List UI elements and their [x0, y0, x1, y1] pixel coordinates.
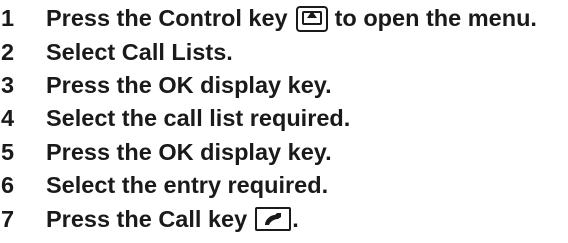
control-key-icon — [295, 5, 328, 32]
up-triangle-icon — [306, 10, 317, 18]
step-number: 2 — [1, 38, 15, 65]
procedure-steps-list: 1 Press the Control key to open the menu… — [0, 2, 568, 236]
step-text-after: to open the menu. — [334, 5, 537, 32]
step-5: 5 Press the OK display key. — [0, 136, 568, 169]
step-3: 3 Press the OK display key. — [0, 69, 568, 102]
step-text: Select the call list required. — [46, 105, 350, 132]
step-4: 4 Select the call list required. — [0, 102, 568, 135]
step-text-bold: Call Lists — [121, 38, 227, 65]
step-text: Press the Call key . — [46, 206, 299, 233]
step-text-prefix: Select the call list required. — [46, 105, 351, 132]
step-text-prefix: Select — [46, 38, 122, 65]
step-text-before: Press the Control key — [46, 5, 288, 32]
step-text: Select the entry required. — [46, 172, 328, 199]
step-text-suffix: . — [226, 38, 233, 65]
step-text: Press the Control key to open the menu. — [46, 5, 537, 32]
step-6: 6 Select the entry required. — [0, 169, 568, 202]
step-text: Select Call Lists . — [46, 39, 233, 66]
step-text-bold: OK — [158, 71, 194, 98]
step-text-suffix: display key. — [193, 71, 332, 98]
step-text-suffix: display key. — [193, 138, 332, 165]
step-number: 4 — [1, 105, 15, 132]
step-number: 3 — [1, 71, 15, 98]
step-text: Press the OK display key. — [46, 139, 332, 166]
step-number: 7 — [1, 205, 15, 232]
step-text-bold: OK — [158, 138, 194, 165]
step-text-prefix: Press the — [46, 138, 159, 165]
step-text-before: Press the Call key — [46, 205, 248, 232]
step-2: 2 Select Call Lists . — [0, 35, 568, 68]
step-number: 6 — [1, 172, 15, 199]
handset-icon — [265, 213, 282, 226]
step-text-prefix: Press the — [46, 71, 159, 98]
step-text-prefix: Select the entry required. — [46, 172, 329, 199]
step-number: 5 — [1, 138, 15, 165]
step-number: 1 — [1, 5, 15, 32]
step-text: Press the OK display key. — [46, 72, 332, 99]
step-7: 7 Press the Call key . — [0, 202, 568, 235]
call-key-icon — [255, 207, 292, 232]
step-1: 1 Press the Control key to open the menu… — [0, 2, 568, 35]
step-text-after: . — [292, 205, 299, 232]
